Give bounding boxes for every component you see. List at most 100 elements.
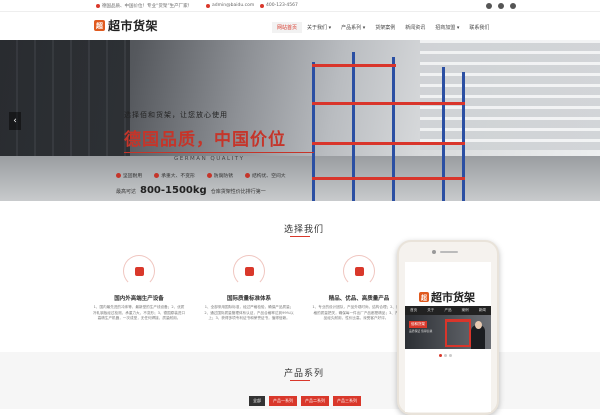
headline-underline: [124, 152, 314, 153]
tab-all[interactable]: 全部: [249, 396, 265, 406]
gear-icon: [134, 266, 144, 276]
phone-person-face: [475, 321, 482, 329]
choose-card-1-desc: 1、国内最先进的冲床等，最新型的生产线设备；2、优质冷轧钢板经过检测，承重力大，…: [92, 305, 186, 320]
load-tail: 仓库货架性价比排行第一: [210, 189, 266, 195]
flag-icon: [96, 4, 100, 8]
choose-card-1-icon-ring: [123, 255, 155, 287]
phone-logo-text: 超市货架: [431, 291, 475, 304]
product-tabs: 全部 产品一系列 产品二系列 产品三系列: [249, 396, 361, 406]
phone-banner-sub: 品质保证 值得信赖: [409, 329, 433, 333]
email-label: admin@baidu.com: [212, 3, 255, 8]
feature-label: 承重大、不变形: [161, 174, 195, 179]
phone-banner-title: 佰和货架: [409, 321, 427, 328]
mail-icon: [206, 3, 210, 8]
nav-menu: 网站首页 关于我们 ▾ 产品系列 ▾ 货架案例 新闻资讯 招商加盟 ▾ 联系我们: [272, 22, 494, 33]
choose-card-2-desc: 1、全部采用国际标准，经过严格检验，确保产品质量；2、通过国际质量管理体系认证，…: [204, 305, 294, 320]
nav-item-contact[interactable]: 联系我们: [464, 22, 494, 33]
email-link[interactable]: admin@baidu.com: [206, 3, 254, 8]
phone-icon: [260, 3, 264, 8]
rack-beam: [312, 102, 465, 105]
phone-menu-item[interactable]: 首页: [410, 308, 417, 313]
logo-text: 超市货架: [108, 19, 159, 33]
feature-item: 结构优、空间大: [245, 172, 286, 179]
feature-item: 坚固耐用: [116, 172, 142, 179]
choose-card-2-title: 国际质量标准体系: [226, 296, 271, 302]
phone-carousel-dots: [439, 354, 452, 357]
feature-icon: [116, 173, 121, 178]
site-logo[interactable]: 超 超市货架: [94, 17, 158, 34]
carousel-dot[interactable]: [439, 354, 442, 357]
feature-label: 坚固耐用: [123, 174, 143, 179]
logo-badge: 超: [94, 20, 105, 31]
hero-features: 坚固耐用 承重大、不变形 防腐防锈 结构优、空间大: [116, 172, 316, 179]
phone-logo: 超 超市货架: [419, 289, 475, 305]
phone-speaker: [440, 251, 458, 253]
phone-banner: 佰和货架 品质保证 值得信赖: [405, 315, 491, 349]
feature-icon: [245, 173, 250, 178]
load-capacity: 最高可达 800-1500kg 仓库货架性价比排行第一: [116, 185, 266, 196]
carousel-dot[interactable]: [444, 354, 447, 357]
choose-card-3-desc: 1、专业的设计团队，产品外观时尚，结构合理；2、严格的质量把关，确保每一件出厂产…: [312, 305, 400, 320]
check-icon: [244, 266, 254, 276]
feature-label: 结构优、空间大: [252, 174, 286, 179]
feature-label: 防腐防锈: [213, 174, 233, 179]
choose-card-2-icon-ring: [233, 255, 265, 287]
choose-card-3-title: 精品、优品、高质量产品: [328, 296, 390, 302]
rack-upright: [462, 72, 465, 201]
phone-menu-item[interactable]: 案例: [462, 308, 469, 313]
hero-headline: 德国品质，中国价位: [124, 130, 286, 150]
phone-camera: [432, 250, 436, 254]
carousel-prev-button[interactable]: ‹: [9, 112, 21, 130]
hero-slogan: 选择佰和货架，让您放心使用 德国品质，中国价位 GERMAN QUALITY: [124, 110, 314, 162]
wechat-icon[interactable]: [498, 3, 504, 9]
title-underline: [290, 236, 310, 237]
hero-kicker: 选择佰和货架，让您放心使用: [124, 111, 228, 119]
feature-icon: [154, 173, 160, 178]
nav-item-join[interactable]: 招商加盟 ▾: [430, 22, 464, 33]
hero-banner: 选择佰和货架，让您放心使用 德国品质，中国价位 GERMAN QUALITY 坚…: [0, 40, 600, 201]
nav-item-home[interactable]: 网站首页: [272, 22, 303, 33]
rack-illustration: [312, 52, 472, 201]
rack-beam: [312, 177, 465, 180]
star-icon: [354, 266, 364, 276]
rack-upright: [442, 67, 445, 201]
choose-section-title: 选择我们: [284, 225, 325, 235]
feature-item: 防腐防锈: [206, 172, 233, 179]
carousel-dot[interactable]: [449, 354, 452, 357]
phone-link[interactable]: 400-123-4567: [260, 3, 298, 8]
hero-subline: GERMAN QUALITY: [174, 156, 245, 162]
weibo-icon[interactable]: [486, 3, 492, 9]
slogan-label: 德国品质、中国价位！专业“货架”生产厂家！: [102, 4, 193, 9]
nav-item-news[interactable]: 新闻资讯: [400, 22, 430, 33]
chevron-left-icon: ‹: [13, 116, 17, 126]
choose-card-1-title: 国内外高端生产设备: [114, 296, 164, 302]
phone-screen: 超 超市货架 首页 关于 产品 案例 新闻 佰和货架 品质保证 值得信赖: [405, 262, 491, 412]
product-section-title: 产品系列: [284, 369, 325, 379]
slogan-text: 德国品质、中国价位！专业“货架”生产厂家！: [96, 3, 192, 9]
mobile-preview-phone: 超 超市货架 首页 关于 产品 案例 新闻 佰和货架 品质保证 值得信赖: [397, 240, 499, 415]
phone-shelf-image: [445, 319, 471, 347]
tab-series-3[interactable]: 产品三系列: [333, 396, 361, 406]
nav-item-products[interactable]: 产品系列 ▾: [336, 22, 370, 33]
qq-icon[interactable]: [510, 3, 516, 9]
phone-logo-badge: 超: [419, 292, 429, 302]
rack-beam: [312, 64, 396, 67]
phone-menu-item[interactable]: 关于: [427, 308, 434, 313]
nav-item-cases[interactable]: 货架案例: [370, 22, 400, 33]
choose-card-3-icon-ring: [343, 255, 375, 287]
tab-series-1[interactable]: 产品一系列: [269, 396, 297, 406]
load-value: 800-1500kg: [140, 185, 207, 196]
feature-icon: [206, 173, 212, 178]
phone-menu-item[interactable]: 新闻: [479, 308, 486, 313]
phone-label: 400-123-4567: [266, 3, 298, 8]
feature-item: 承重大、不变形: [154, 172, 195, 179]
tab-series-2[interactable]: 产品二系列: [301, 396, 329, 406]
phone-menu-item[interactable]: 产品: [444, 308, 451, 313]
top-info-bar: 德国品质、中国价位！专业“货架”生产厂家！ admin@baidu.com 40…: [0, 0, 600, 12]
rack-beam: [312, 142, 465, 145]
main-navigation: 超 超市货架 网站首页 关于我们 ▾ 产品系列 ▾ 货架案例 新闻资讯 招商加盟…: [0, 12, 600, 40]
nav-item-about[interactable]: 关于我们 ▾: [302, 22, 336, 33]
phone-menu: 首页 关于 产品 案例 新闻: [405, 306, 491, 315]
title-underline: [290, 380, 310, 381]
load-label: 最高可达: [116, 189, 137, 195]
